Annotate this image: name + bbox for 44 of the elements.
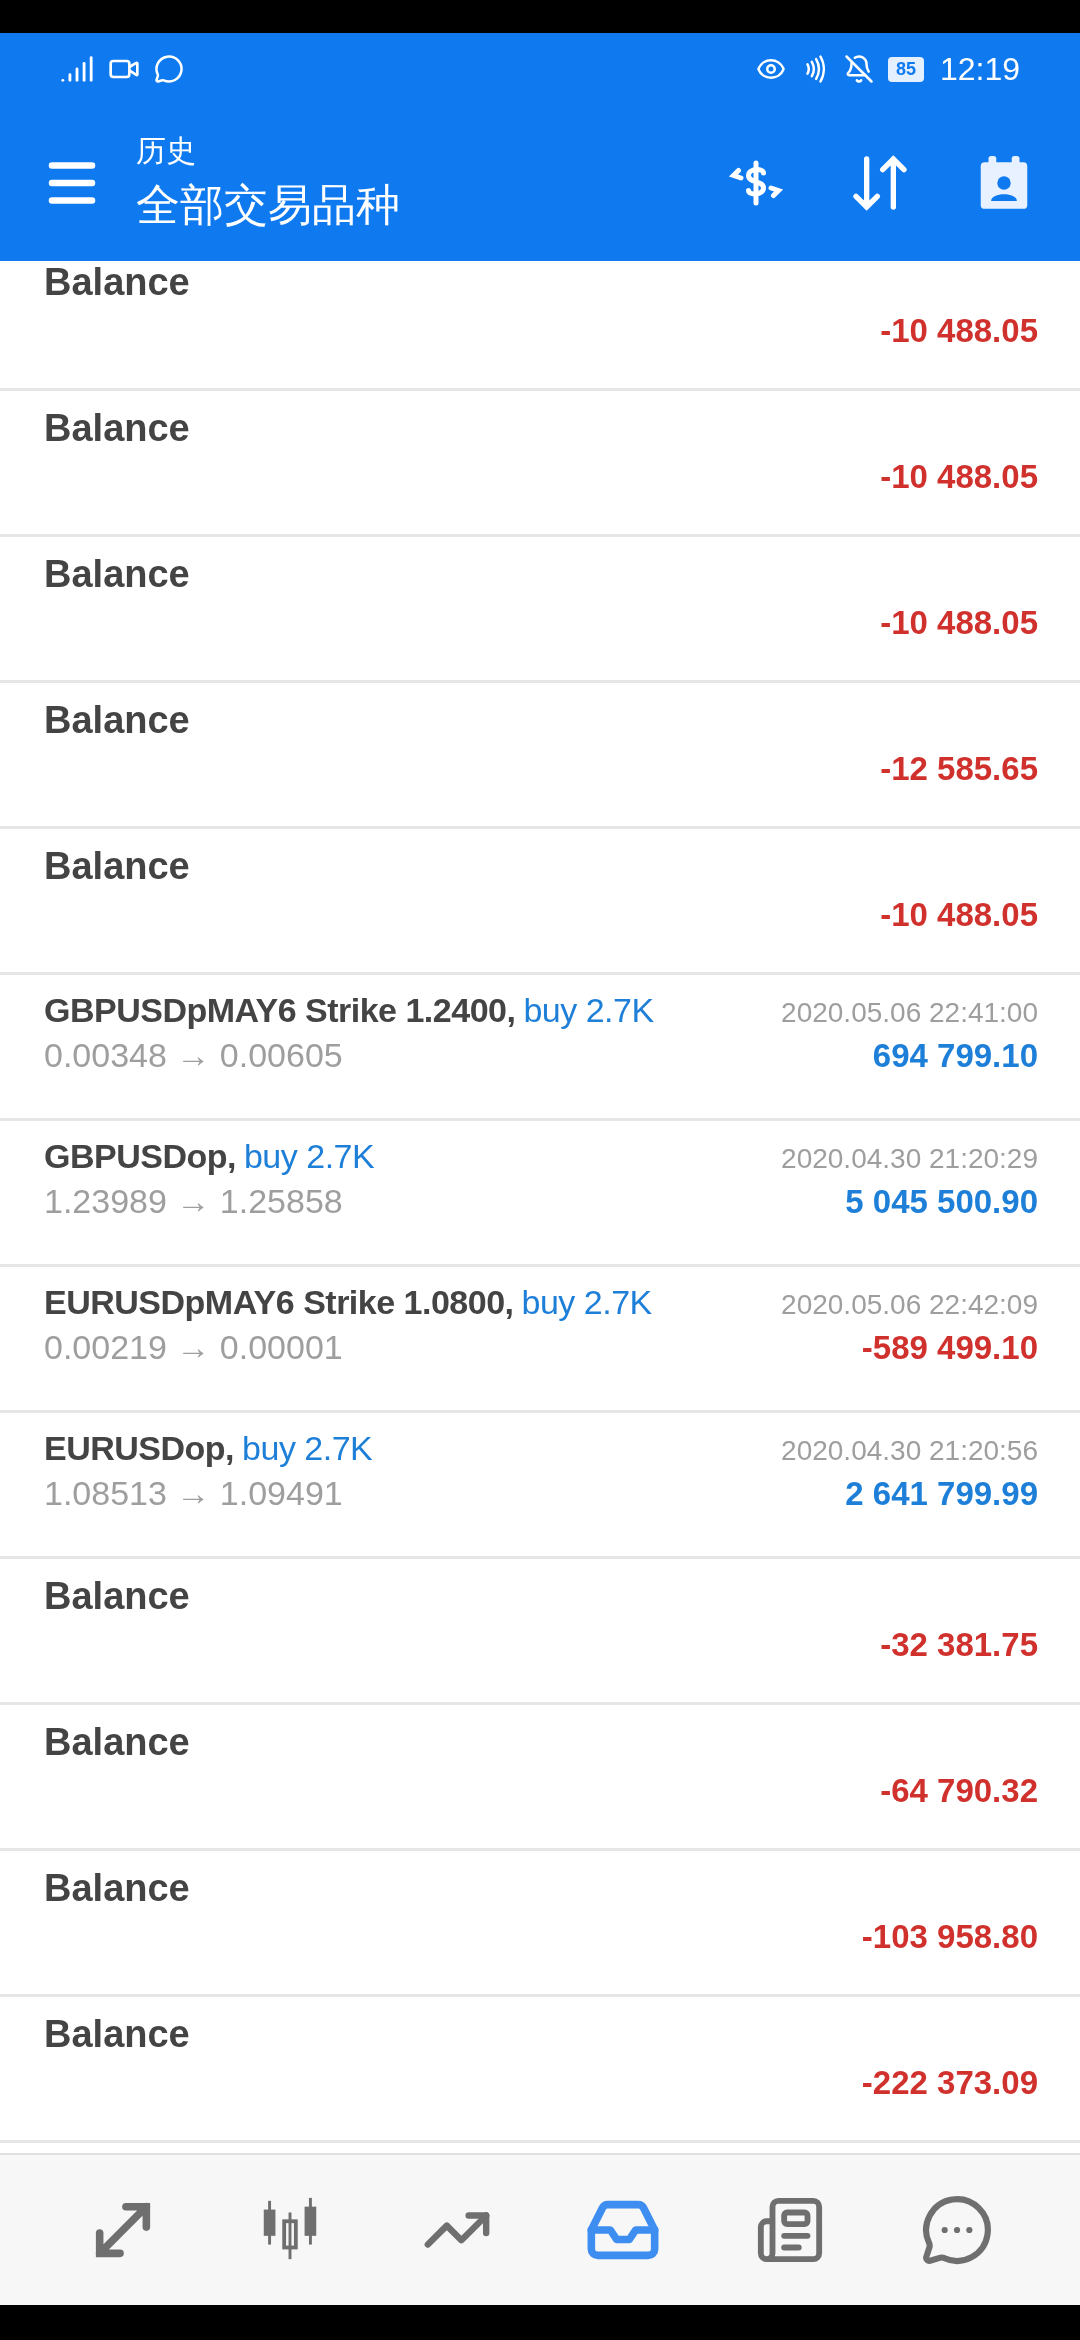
row-label: Balance	[44, 699, 190, 742]
screen-title: 历史	[136, 133, 197, 169]
row-label: Balance	[44, 1867, 190, 1910]
row-label: Balance	[44, 1721, 190, 1764]
profit: 2 641 799.99	[845, 1475, 1038, 1513]
symbol-filter-title: 全部交易品种	[136, 179, 401, 231]
profit: 5 045 500.90	[845, 1183, 1038, 1221]
price-change: 0.00219 → 0.00001	[44, 1328, 343, 1367]
amount: -10 488.05	[880, 312, 1038, 350]
price-change: 1.23989 → 1.25858	[44, 1182, 343, 1221]
trade-side: buy 2.7K	[243, 1137, 375, 1176]
trade-side: buy 2.7K	[523, 991, 654, 1030]
row-label: Balance	[44, 261, 190, 304]
row-label: Balance	[44, 407, 190, 450]
trade-side: buy 2.7K	[521, 1283, 652, 1322]
amount: -10 488.05	[880, 896, 1038, 934]
row-label: Balance	[44, 1575, 190, 1618]
symbol: GBPUSDop,	[44, 1137, 236, 1176]
amount: -12 585.65	[880, 750, 1038, 788]
symbol: EURUSDpMAY6 Strike 1.0800,	[44, 1283, 514, 1322]
amount: -10 488.05	[880, 458, 1038, 496]
symbol: GBPUSDpMAY6 Strike 1.2400,	[44, 991, 516, 1030]
chat-icon	[154, 54, 184, 84]
row-label: Balance	[44, 2013, 190, 2056]
clock: 12:19	[939, 50, 1020, 88]
symbol: EURUSDop,	[44, 1429, 235, 1468]
row-label: Balance	[44, 553, 190, 596]
price-change: 0.00348 → 0.00605	[44, 1036, 343, 1075]
amount: -64 790.32	[880, 1772, 1038, 1810]
trade-time: 2020.04.30 21:20:29	[781, 1143, 1038, 1175]
row-label: Balance	[44, 845, 190, 888]
amount: -103 958.80	[861, 1918, 1038, 1956]
trade-side: buy 2.7K	[242, 1429, 373, 1468]
profit: 694 799.10	[872, 1037, 1038, 1075]
trade-time: 2020.04.30 21:20:56	[781, 1435, 1038, 1467]
amount: -32 381.75	[880, 1626, 1038, 1664]
profit: -589 499.10	[861, 1329, 1038, 1367]
amount: -10 488.05	[880, 604, 1038, 642]
trade-time: 2020.05.06 22:42:09	[781, 1289, 1038, 1321]
battery-level: 85	[887, 56, 924, 82]
amount: -222 373.09	[861, 2064, 1038, 2102]
bell-off-icon	[843, 54, 874, 84]
price-change: 1.08513 → 1.09491	[44, 1474, 343, 1513]
trade-time: 2020.05.06 22:41:00	[781, 997, 1038, 1029]
